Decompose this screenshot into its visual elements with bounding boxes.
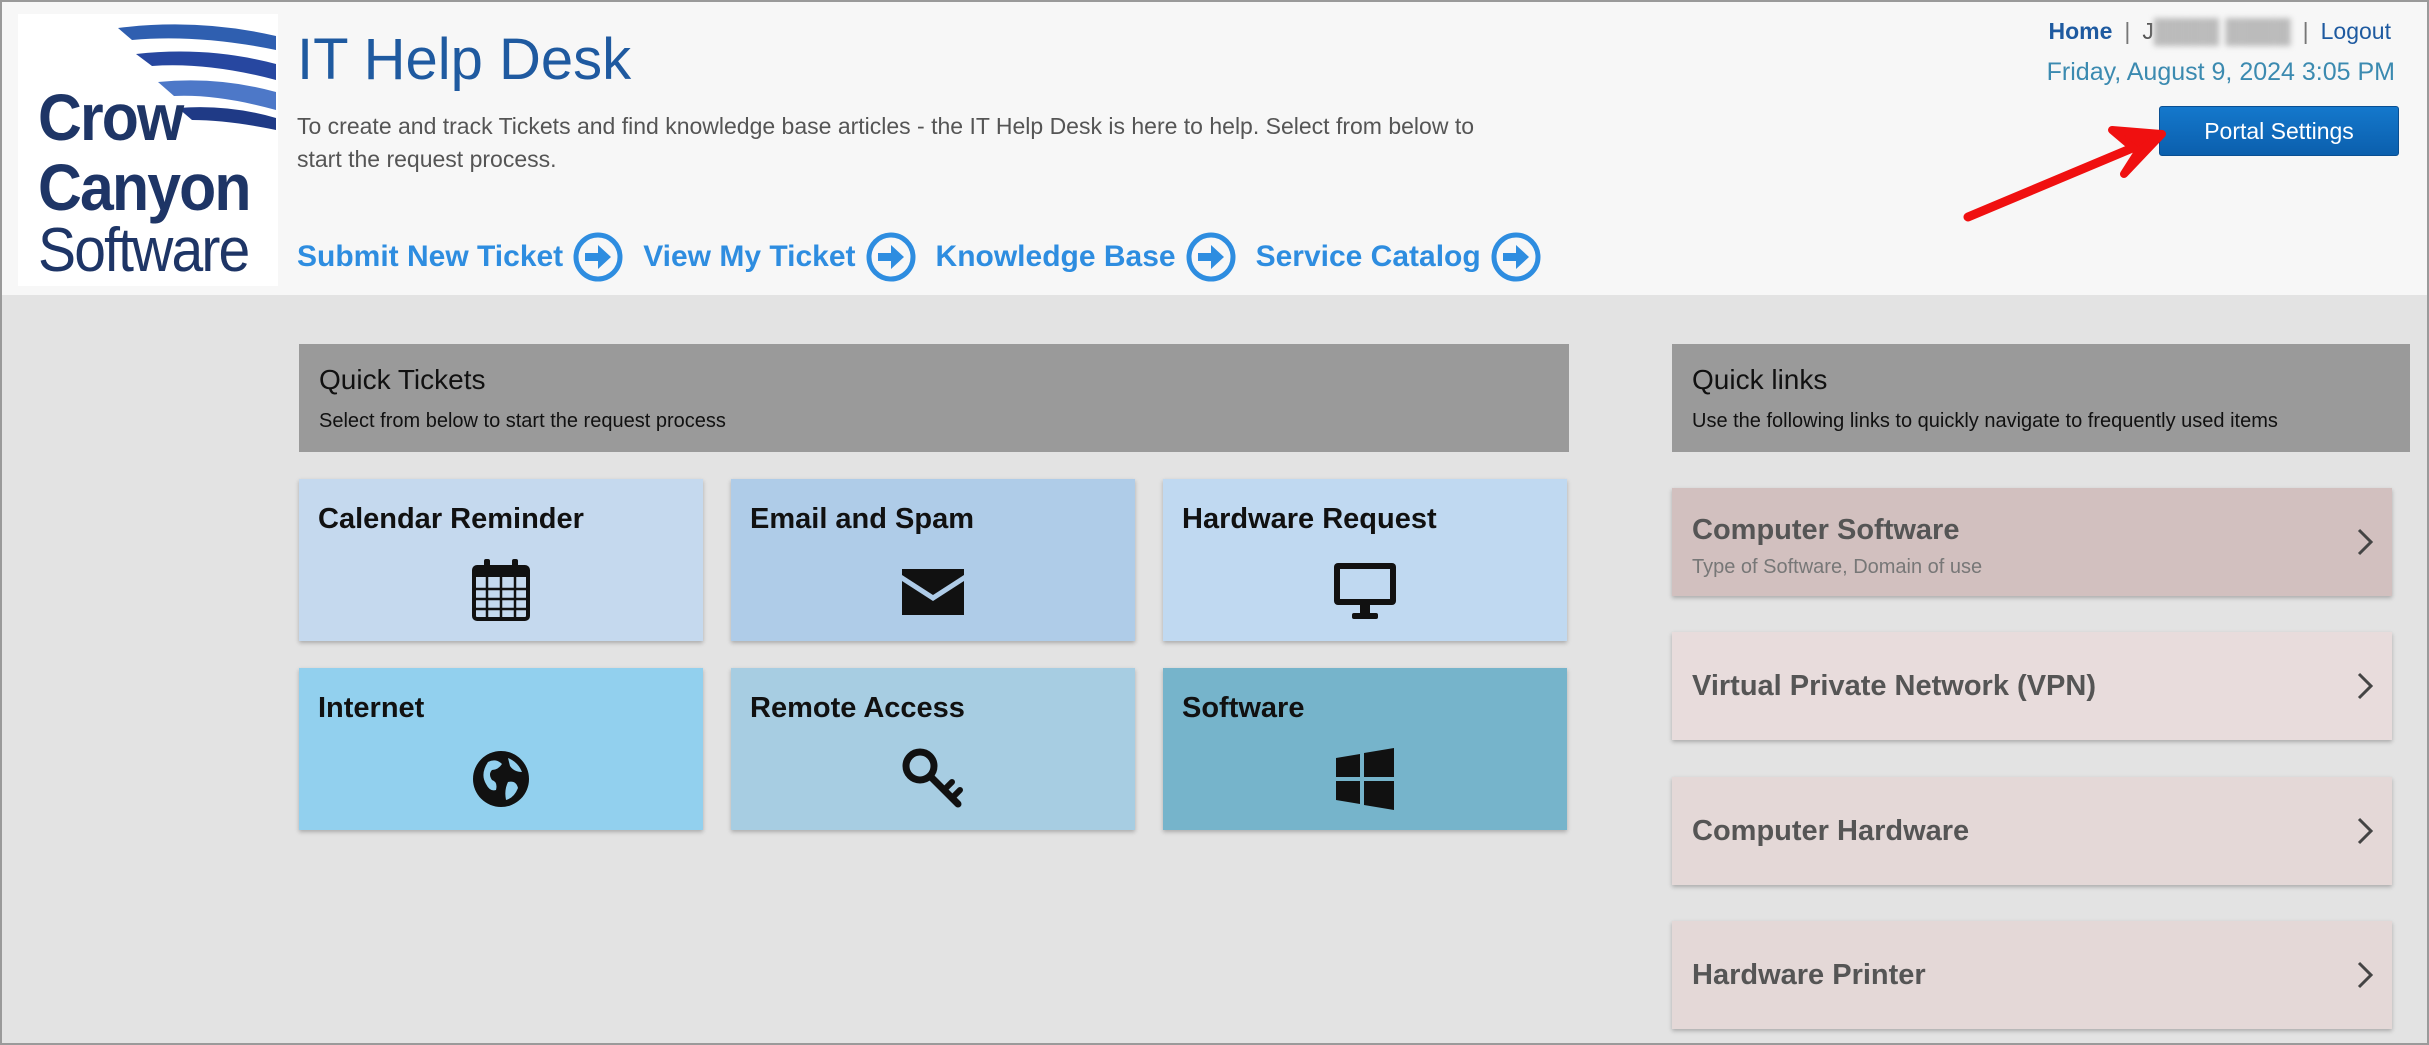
nav-label: Knowledge Base <box>935 240 1176 273</box>
nav-submit-new-ticket[interactable]: Submit New Ticket <box>297 232 623 282</box>
tile-calendar-reminder[interactable]: Calendar Reminder <box>299 479 703 641</box>
tile-label: Remote Access <box>750 692 965 724</box>
page-title: IT Help Desk <box>297 27 632 92</box>
arrow-circle-right-icon <box>866 232 916 282</box>
logo-text-software: Software <box>38 216 250 285</box>
calendar-icon <box>472 559 530 621</box>
tile-email-and-spam[interactable]: Email and Spam <box>731 479 1135 641</box>
current-datetime: Friday, August 9, 2024 3:05 PM <box>2046 58 2395 86</box>
quick-links-header: Quick links Use the following links to q… <box>1672 344 2410 452</box>
quick-link-label: Computer Software <box>1692 514 1960 546</box>
quick-tickets-title: Quick Tickets <box>319 364 486 395</box>
chevron-right-icon <box>2357 672 2374 700</box>
separator: | <box>2124 18 2131 44</box>
monitor-icon <box>1334 563 1396 619</box>
chevron-right-icon <box>2357 817 2374 845</box>
key-icon <box>902 748 963 808</box>
chevron-right-icon <box>2357 961 2374 989</box>
user-name: J <box>2142 18 2154 44</box>
logo-text-crow: Crow <box>38 80 184 154</box>
nav-service-catalog[interactable]: Service Catalog <box>1256 232 1541 282</box>
quick-link-label: Computer Hardware <box>1692 815 1970 847</box>
header: Crow Canyon Software IT Help Desk To cre… <box>2 2 2427 295</box>
arrow-circle-right-icon <box>573 232 623 282</box>
quick-link-vpn[interactable]: Virtual Private Network (VPN) <box>1672 632 2392 740</box>
quick-link-computer-hardware[interactable]: Computer Hardware <box>1672 777 2392 885</box>
quick-link-sublabel: Type of Software, Domain of use <box>1692 556 1983 578</box>
page-description: To create and track Tickets and find kno… <box>297 113 1474 172</box>
arrow-circle-right-icon <box>1491 232 1541 282</box>
logout-link[interactable]: Logout <box>2321 18 2391 45</box>
user-name-redacted: ████ ████ <box>2153 18 2291 44</box>
quick-link-label: Virtual Private Network (VPN) <box>1692 670 2096 702</box>
quick-link-computer-software[interactable]: Computer Software Type of Software, Doma… <box>1672 488 2392 596</box>
tile-label: Hardware Request <box>1182 503 1437 535</box>
company-logo[interactable]: Crow Canyon Software <box>18 14 278 286</box>
tile-software[interactable]: Software <box>1163 668 1567 830</box>
top-links: Home | J ████ ████ | Logout <box>2049 18 2392 45</box>
quick-link-hardware-printer[interactable]: Hardware Printer <box>1672 921 2392 1029</box>
quick-link-label: Hardware Printer <box>1692 959 1926 991</box>
home-link[interactable]: Home <box>2049 18 2113 45</box>
windows-icon <box>1336 748 1394 810</box>
logo-text-canyon: Canyon <box>38 150 251 224</box>
quick-tickets-subtitle: Select from below to start the request p… <box>319 410 726 432</box>
tile-remote-access[interactable]: Remote Access <box>731 668 1135 830</box>
quick-tickets-header: Quick Tickets Select from below to start… <box>299 344 1569 452</box>
nav-label: Submit New Ticket <box>297 240 564 273</box>
nav-label: View My Ticket <box>643 240 856 273</box>
tile-internet[interactable]: Internet <box>299 668 703 830</box>
tile-label: Calendar Reminder <box>318 503 584 535</box>
quick-links-title: Quick links <box>1692 364 1828 395</box>
nav-view-my-ticket[interactable]: View My Ticket <box>643 232 916 282</box>
nav-knowledge-base[interactable]: Knowledge Base <box>936 232 1236 282</box>
quick-links-subtitle: Use the following links to quickly navig… <box>1692 410 2278 432</box>
separator: | <box>2302 18 2309 44</box>
envelope-icon <box>902 569 964 615</box>
arrow-circle-right-icon <box>1186 232 1236 282</box>
globe-icon <box>473 751 529 807</box>
chevron-right-icon <box>2357 528 2374 556</box>
tile-hardware-request[interactable]: Hardware Request <box>1163 479 1567 641</box>
tile-label: Software <box>1182 692 1305 724</box>
tile-label: Email and Spam <box>750 503 975 535</box>
nav-label: Service Catalog <box>1255 240 1481 273</box>
tile-label: Internet <box>318 692 425 724</box>
annotation-arrow-icon <box>1963 126 2166 222</box>
portal-settings-button[interactable]: Portal Settings <box>2159 106 2399 156</box>
main-nav: Submit New Ticket View My Ticket Knowled… <box>297 232 1561 282</box>
